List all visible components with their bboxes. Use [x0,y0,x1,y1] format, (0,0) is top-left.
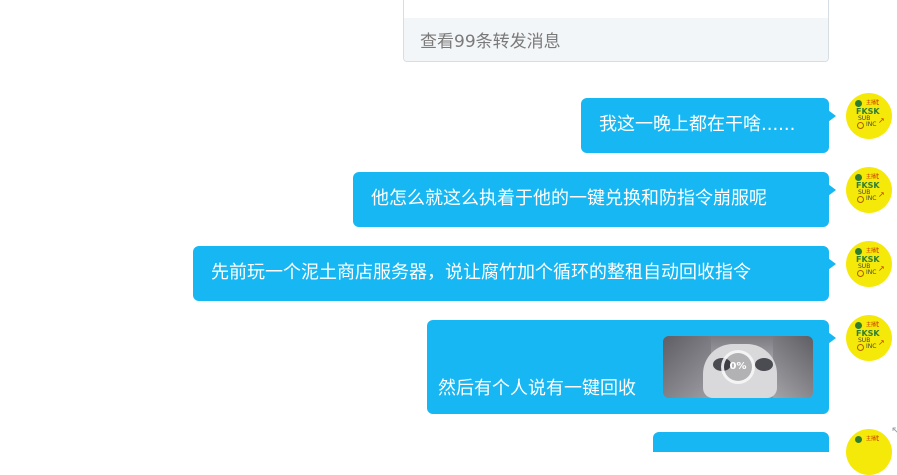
message-bubble[interactable]: 先前玩一个泥土商店服务器，说让腐竹加个循环的整租自动回收指令 [193,246,836,301]
bubble-tail [828,258,836,270]
loading-progress-text: 0% [729,361,747,372]
avatar-mark: t [876,246,880,255]
arrow-icon: ↗ [878,116,885,125]
avatar-text: INC [866,121,877,128]
view-forwarded-messages-link[interactable]: 查看99条转发消息 [404,18,828,61]
message-bubble[interactable] [653,432,829,452]
image-thumbnail[interactable]: 0% [663,336,813,398]
bubble-tail [828,110,836,122]
avatar-dot [855,174,862,181]
arrow-icon: ↗ [878,264,885,273]
avatar-small-text: 主播 [866,248,877,254]
bubble-tail [828,332,836,344]
avatar-small-text: 主播 [866,436,877,442]
avatar-small-text: 主播 [866,100,877,106]
message-text: 我这一晚上都在干啥...... [599,114,796,135]
avatar-ring [857,196,864,203]
avatar-dot [855,436,862,443]
avatar-dot [855,100,862,107]
avatar-text: INC [866,343,877,350]
message-text: 先前玩一个泥土商店服务器，说让腐竹加个循环的整租自动回收指令 [211,262,751,283]
scroll-indicator-icon[interactable]: ↖ [891,425,897,437]
avatar-dot [855,322,862,329]
avatar-ring [857,270,864,277]
avatar-mark: t [876,434,880,443]
avatar-small-text: 主播 [866,322,877,328]
message-bubble[interactable]: 他怎么就这么执着于他的一键兑换和防指令崩服呢 [353,172,836,227]
arrow-icon: ↗ [878,338,885,347]
avatar-mark: t [876,320,880,329]
avatar[interactable]: 主播 t [846,429,892,475]
bubble-tail [828,184,836,196]
message-text: 然后有个人说有一键回收 [438,378,636,399]
avatar[interactable]: 主播 t FKSK SUB INC ↗ [846,167,892,213]
avatar-mark: t [876,172,880,181]
forwarded-messages-card[interactable]: 查看99条转发消息 [403,0,829,62]
avatar-ring [857,122,864,129]
avatar-dot [855,248,862,255]
avatar-text: INC [866,269,877,276]
loading-progress-indicator: 0% [721,350,755,384]
avatar[interactable]: 主播 t FKSK SUB INC ↗ [846,93,892,139]
message-bubble[interactable]: 我这一晚上都在干啥...... [581,98,836,153]
forward-footer-text: 查看99条转发消息 [420,32,561,52]
avatar-ring [857,344,864,351]
image-content [773,336,813,398]
avatar[interactable]: 主播 t FKSK SUB INC ↗ [846,241,892,287]
message-bubble-with-image[interactable]: 然后有个人说有一键回收 0% [427,320,836,414]
avatar-mark: t [876,98,880,107]
image-content [755,358,773,371]
avatar-small-text: 主播 [866,174,877,180]
avatar[interactable]: 主播 t FKSK SUB INC ↗ [846,315,892,361]
arrow-icon: ↗ [878,190,885,199]
avatar-text: INC [866,195,877,202]
message-text: 他怎么就这么执着于他的一键兑换和防指令崩服呢 [371,188,767,209]
